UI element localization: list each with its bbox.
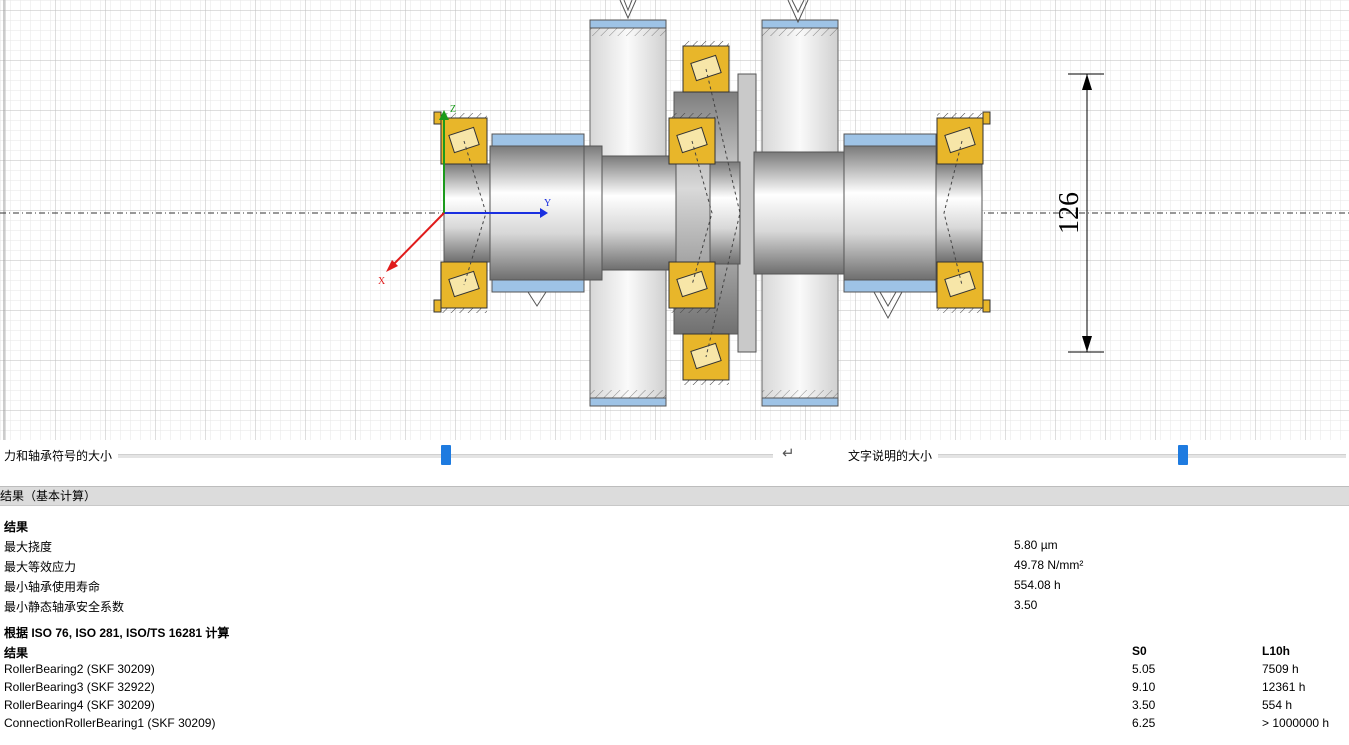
- force-size-slider-thumb[interactable]: [440, 445, 451, 465]
- bearing-symbol[interactable]: [682, 41, 730, 93]
- bearing-name: RollerBearing2 (SKF 30209): [4, 662, 155, 676]
- result-value: 49.78 N/mm²: [1014, 558, 1084, 572]
- bearing-l10h: 554 h: [1262, 698, 1293, 712]
- calc-standard-title: 根据 ISO 76, ISO 281, ISO/TS 16281 计算: [4, 626, 230, 640]
- result-label: 最小轴承使用寿命: [4, 580, 101, 594]
- result-label: 最大挠度: [4, 540, 53, 554]
- result-label: 最小静态轴承安全系数: [4, 600, 125, 614]
- bearing-s0: 6.25: [1132, 716, 1156, 730]
- bearing-name: RollerBearing4 (SKF 30209): [4, 698, 155, 712]
- force-size-label: 力和轴承符号的大小: [4, 449, 113, 463]
- axis-label-z: Z: [450, 104, 456, 115]
- axis-label-y: Y: [544, 198, 551, 209]
- bearing-table-header-s0: S0: [1132, 644, 1147, 658]
- bearing-table-header-name: 结果: [4, 646, 29, 660]
- bearing-symbol[interactable]: [668, 261, 716, 313]
- results-section-title: 结果: [4, 520, 29, 534]
- result-value: 3.50: [1014, 598, 1038, 612]
- bearing-symbol[interactable]: [936, 261, 991, 313]
- bearing-l10h: 12361 h: [1262, 680, 1306, 694]
- bearing-name: RollerBearing3 (SKF 32922): [4, 680, 155, 694]
- bearing-s0: 3.50: [1132, 698, 1156, 712]
- text-size-slider-thumb[interactable]: [1177, 445, 1188, 465]
- bearing-symbol[interactable]: [433, 261, 488, 313]
- model-viewport[interactable]: Y Z X 126: [0, 0, 1349, 440]
- bearing-name: ConnectionRollerBearing1 (SKF 30209): [4, 716, 216, 730]
- results-panel: 结果 最大挠度 5.80 µm 最大等效应力 49.78 N/mm² 最小轴承使用寿命 5…: [0, 512, 1349, 745]
- bearing-l10h: > 1000000 h: [1262, 716, 1330, 730]
- text-size-label: 文字说明的大小: [848, 449, 933, 463]
- bearing-s0: 9.10: [1132, 680, 1156, 694]
- bearing-symbol[interactable]: [936, 111, 991, 165]
- slider-bar: 力和轴承符号的大小 ↵ 文字说明的大小: [0, 440, 1349, 472]
- bearing-symbol[interactable]: [682, 333, 730, 385]
- bearing-l10h: 7509 h: [1262, 662, 1299, 676]
- result-value: 5.80 µm: [1014, 538, 1058, 552]
- dimension-label: 126: [1054, 192, 1085, 234]
- text-size-slider-track[interactable]: [938, 454, 1346, 458]
- axis-label-x: X: [378, 276, 386, 287]
- result-label: 最大等效应力: [4, 560, 77, 574]
- bearing-s0: 5.05: [1132, 662, 1156, 676]
- bearing-table-header-l10h: L10h: [1262, 644, 1291, 658]
- results-panel-header[interactable]: 结果（基本计算）: [0, 486, 1349, 506]
- bearing-symbol[interactable]: [668, 113, 716, 165]
- result-value: 554.08 h: [1014, 578, 1061, 592]
- reset-icon[interactable]: ↵: [782, 444, 795, 462]
